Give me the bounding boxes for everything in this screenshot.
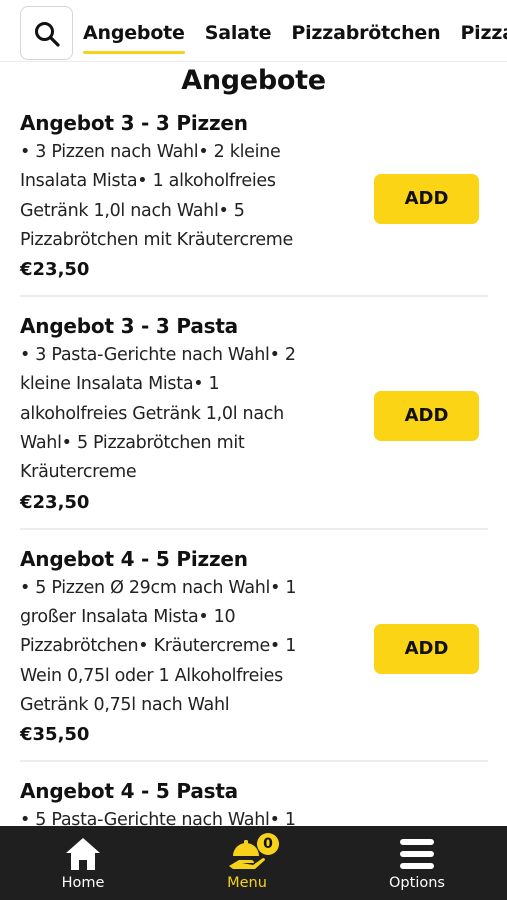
- item-price: €23,50: [20, 259, 90, 281]
- item-description: • 3 Pizzen nach Wahl• 2 kleine Insalata …: [20, 138, 350, 255]
- item-description-line: Getränk 1,0l nach Wahl• 5: [20, 200, 245, 221]
- item-description: • 3 Pasta-Gerichte nach Wahl• 2 kleine I…: [20, 341, 350, 487]
- item-description-line: Wein 0,75l oder 1 Alkoholfreies: [20, 665, 283, 686]
- item-description-line: • 3 Pasta-Gerichte nach Wahl• 2: [20, 345, 296, 366]
- nav-menu[interactable]: 0 Menu: [187, 826, 307, 900]
- list-item: Angebot 3 - 3 Pizzen • 3 Pizzen nach Wah…: [20, 108, 488, 298]
- item-description-line: • 5 Pizzen Ø 29cm nach Wahl• 1: [20, 577, 297, 598]
- hamburger-menu-icon: [400, 839, 434, 869]
- add-button[interactable]: ADD: [374, 174, 479, 224]
- home-icon: [66, 838, 100, 870]
- search-icon: [35, 22, 60, 47]
- item-description-line: • 3 Pizzen nach Wahl• 2 kleine: [20, 142, 281, 162]
- search-button[interactable]: [20, 6, 73, 60]
- tab-angebote[interactable]: Angebote: [83, 0, 185, 62]
- category-tabs: Angebote Salate Pizzabrötchen Pizza: [83, 0, 507, 62]
- tab-pizza[interactable]: Pizza: [460, 0, 507, 62]
- add-button[interactable]: ADD: [374, 391, 479, 442]
- bottom-navigation: Home 0 Menu Options: [0, 826, 507, 900]
- list-item: Angebot 3 - 3 Pasta • 3 Pasta-Gerichte n…: [20, 311, 488, 530]
- section-title: Angebote: [181, 65, 326, 96]
- item-description-line: Kräutercreme: [20, 462, 137, 483]
- item-description: • 5 Pizzen Ø 29cm nach Wahl• 1 großer In…: [20, 574, 350, 720]
- nav-home[interactable]: Home: [23, 826, 143, 900]
- item-title: Angebot 4 - 5 Pizzen: [20, 546, 248, 571]
- item-description-line: kleine Insalata Mista• 1: [20, 374, 220, 395]
- item-description-line: Getränk 0,75l nach Wahl: [20, 694, 230, 715]
- item-description-line: Wahl• 5 Pizzabrötchen mit: [20, 433, 245, 454]
- tab-salate[interactable]: Salate: [205, 0, 272, 62]
- nav-home-label: Home: [61, 875, 105, 891]
- item-description-line: Insalata Mista• 1 alkoholfreies: [20, 171, 276, 192]
- list-item: Angebot 4 - 5 Pizzen • 5 Pizzen Ø 29cm n…: [20, 544, 488, 763]
- item-description-line: alkoholfreies Getränk 1,0l nach: [20, 403, 284, 424]
- top-category-bar: Angebote Salate Pizzabrötchen Pizza: [0, 0, 507, 62]
- item-description-line: Pizzabrötchen• Kräutercreme• 1: [20, 636, 297, 657]
- nav-options[interactable]: Options: [357, 826, 477, 900]
- cart-count-badge: 0: [257, 833, 279, 855]
- nav-options-label: Options: [389, 875, 445, 891]
- add-button[interactable]: ADD: [374, 623, 479, 674]
- item-price: €35,50: [20, 724, 90, 746]
- item-title: Angebot 3 - 3 Pizzen: [20, 111, 248, 135]
- tab-pizzabroetchen[interactable]: Pizzabrötchen: [291, 0, 440, 62]
- item-price: €23,50: [20, 491, 90, 513]
- offer-list: Angebot 3 - 3 Pizzen • 3 Pizzen nach Wah…: [20, 108, 488, 859]
- item-description-line: Pizzabrötchen mit Kräutercreme: [20, 229, 294, 250]
- item-title: Angebot 3 - 3 Pasta: [20, 314, 238, 339]
- nav-menu-label: Menu: [227, 875, 267, 891]
- item-title: Angebot 4 - 5 Pasta: [20, 779, 238, 804]
- item-description-line: großer Insalata Mista• 10: [20, 606, 236, 627]
